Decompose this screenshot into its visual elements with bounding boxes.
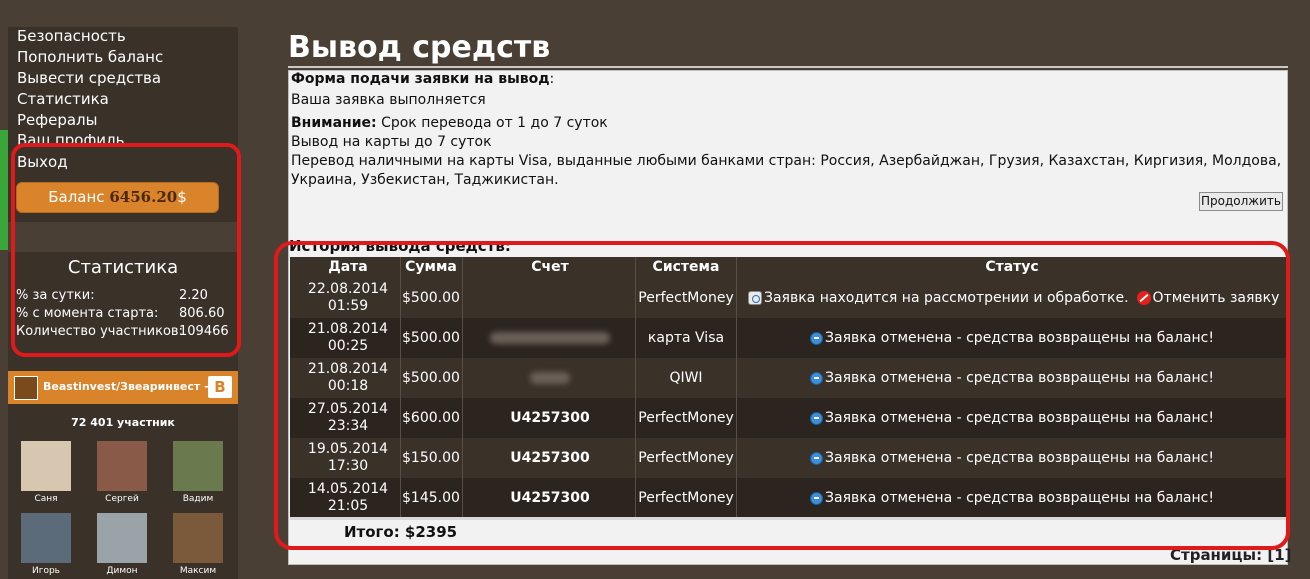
avatar bbox=[97, 441, 147, 491]
cards-line: Вывод на карты до 7 суток bbox=[291, 134, 492, 150]
form-title-text: Форма подачи заявки на вывод bbox=[291, 71, 550, 87]
member-card[interactable]: Сергей bbox=[97, 441, 147, 504]
member-card[interactable]: Димон bbox=[97, 513, 147, 576]
member-name: Вадим bbox=[182, 494, 214, 504]
red-highlight-table bbox=[274, 241, 1290, 550]
red-highlight-sidebar bbox=[11, 143, 241, 357]
green-side-strip bbox=[0, 130, 8, 250]
member-name: Максим bbox=[179, 566, 217, 576]
menu-statistics[interactable]: Статистика bbox=[17, 90, 109, 108]
form-title: Форма подачи заявки на вывод: bbox=[291, 71, 554, 87]
community-widget: Beastinvest/Звеаринвест -... В 72 401 уч… bbox=[8, 371, 238, 579]
member-card[interactable]: Максим bbox=[173, 513, 223, 576]
avatar bbox=[21, 513, 71, 563]
avatar bbox=[173, 441, 223, 491]
member-name: Димон bbox=[106, 566, 138, 576]
warning-text: Срок перевода от 1 до 7 суток bbox=[381, 115, 608, 131]
title-divider bbox=[288, 66, 1288, 68]
menu-referrals[interactable]: Рефералы bbox=[17, 111, 97, 129]
form-title-suffix: : bbox=[549, 71, 555, 87]
widget-header[interactable]: Beastinvest/Звеаринвест -... В bbox=[8, 371, 238, 404]
vk-logo-icon[interactable]: В bbox=[208, 376, 232, 398]
avatar bbox=[97, 513, 147, 563]
avatar bbox=[173, 513, 223, 563]
group-name[interactable]: Beastinvest/Звеаринвест -... bbox=[43, 380, 221, 393]
group-avatar bbox=[14, 376, 38, 400]
menu-security[interactable]: Безопасность bbox=[17, 27, 126, 45]
member-card[interactable]: Вадим bbox=[173, 441, 223, 504]
member-card[interactable]: Саня bbox=[21, 441, 71, 504]
warning-label: Внимание: bbox=[291, 115, 377, 131]
member-name: Саня bbox=[34, 494, 58, 504]
member-card[interactable]: Игорь bbox=[21, 513, 71, 576]
avatar bbox=[21, 441, 71, 491]
member-name: Игорь bbox=[32, 566, 60, 576]
warning-line: Внимание: Срок перевода от 1 до 7 суток bbox=[291, 115, 608, 131]
cash-line-1: Перевод наличными на карты Visa, выданны… bbox=[291, 153, 1282, 169]
menu-withdraw[interactable]: Вывести средства bbox=[17, 69, 161, 87]
continue-button[interactable]: Продолжить bbox=[1199, 192, 1283, 211]
menu-deposit[interactable]: Пополнить баланс bbox=[17, 48, 163, 66]
page-title: Вывод средств bbox=[288, 30, 551, 65]
member-name: Сергей bbox=[105, 494, 139, 504]
members-count: 72 401 участник bbox=[71, 416, 175, 429]
status-line: Ваша заявка выполняется bbox=[291, 92, 486, 108]
cash-line-2: Украина, Узбекистан, Таджикистан. bbox=[291, 172, 559, 188]
